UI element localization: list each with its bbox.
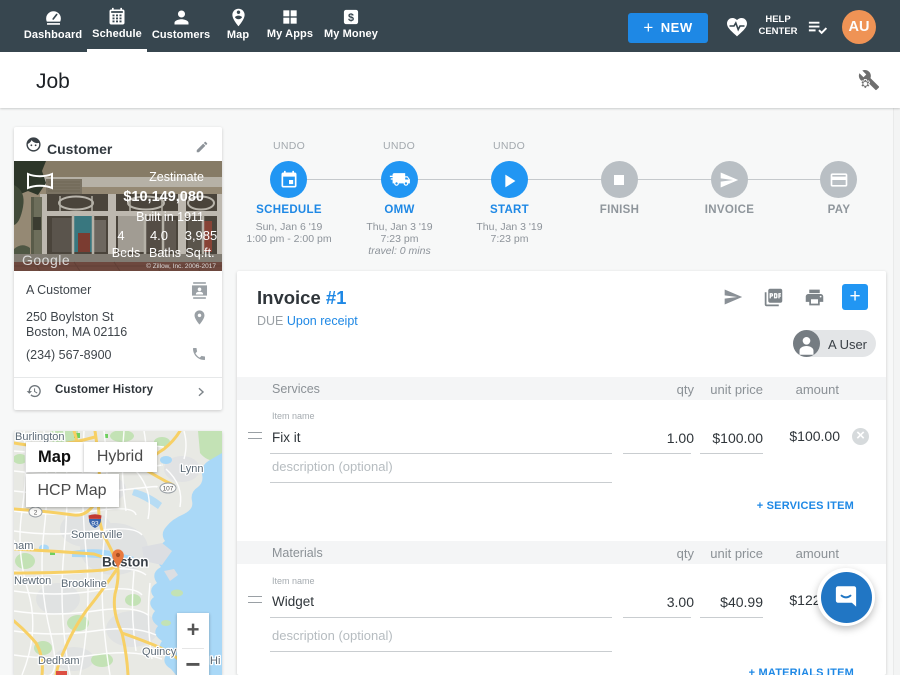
svg-text:2: 2 — [34, 510, 38, 517]
svg-text:Sq.ft.: Sq.ft. — [185, 246, 214, 260]
svg-text:Beds: Beds — [112, 246, 141, 260]
svg-text:Dedham: Dedham — [38, 655, 80, 667]
svg-text:Brookline: Brookline — [61, 578, 107, 590]
svg-text:93: 93 — [91, 521, 99, 528]
svg-text:Baths: Baths — [149, 246, 181, 260]
svg-text:4.0: 4.0 — [150, 228, 168, 243]
svg-text:Built in 1911: Built in 1911 — [136, 210, 204, 224]
svg-text:Zestimate: Zestimate — [149, 170, 204, 184]
svg-text:Quincy: Quincy — [142, 646, 177, 658]
svg-text:107: 107 — [163, 486, 174, 493]
svg-text:$: $ — [348, 12, 354, 24]
svg-text:Boston: Boston — [102, 555, 149, 570]
svg-text:ham: ham — [14, 540, 33, 552]
svg-text:Google: Google — [22, 252, 70, 268]
svg-text:$10,149,080: $10,149,080 — [123, 189, 204, 205]
svg-text:Somerville: Somerville — [71, 529, 122, 541]
svg-text:© Zillow, Inc. 2006-2017: © Zillow, Inc. 2006-2017 — [146, 262, 216, 270]
svg-text:Lynn: Lynn — [180, 463, 203, 475]
svg-text:3,985: 3,985 — [185, 228, 218, 243]
svg-text:Hi: Hi — [210, 655, 220, 667]
svg-text:4: 4 — [117, 228, 124, 243]
svg-text:Newton: Newton — [14, 575, 51, 587]
